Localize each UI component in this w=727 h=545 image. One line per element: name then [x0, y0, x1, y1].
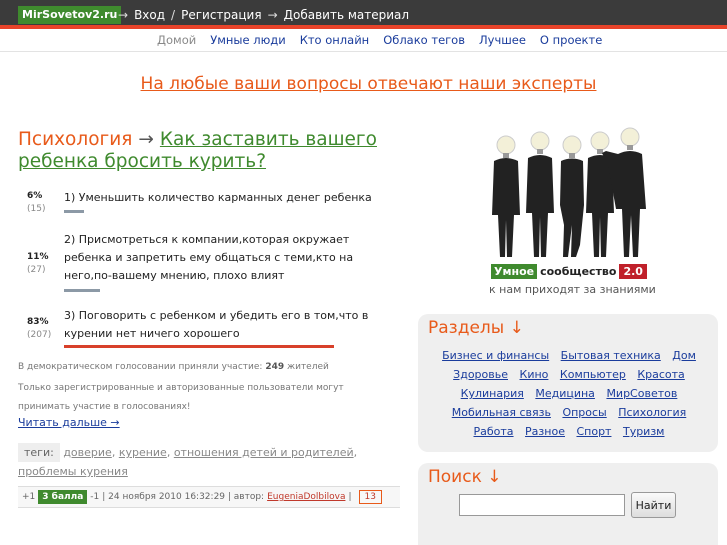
lightbulb-people-illustration — [492, 127, 646, 257]
badge-version: 2.0 — [619, 264, 647, 279]
poll-option: 6% (15) 1) Уменьшить количество карманны… — [18, 189, 398, 219]
poll-option: 83% (207) 3) Поговорить с ребенком и убе… — [18, 307, 398, 351]
add-material-link[interactable]: Добавить материал — [284, 8, 409, 22]
section-link[interactable]: Кино — [520, 368, 549, 381]
arrow-icon: → — [138, 129, 154, 150]
separator: | — [348, 492, 352, 502]
badge-community: сообщество — [540, 265, 617, 278]
post-date: | 24 ноября 2010 16:32:29 | автор: — [102, 492, 265, 502]
section-link[interactable]: Туризм — [623, 425, 665, 438]
tag-link[interactable]: проблемы курения — [18, 465, 128, 478]
poll-count: (207) — [27, 330, 52, 340]
nav-best[interactable]: Лучшее — [479, 33, 526, 49]
tags-label: теги: — [18, 443, 60, 462]
poll-percent: 83% — [27, 317, 49, 327]
person-figure — [492, 127, 646, 257]
poll-option-text[interactable]: 2) Присмотреться к компании,которая окру… — [64, 231, 394, 285]
read-more-link[interactable]: Читать дальше → — [18, 416, 120, 429]
tag-link[interactable]: курение — [119, 446, 167, 459]
search-title[interactable]: Поиск ↓ — [418, 463, 718, 487]
section-link[interactable]: Работа — [474, 425, 514, 438]
section-link[interactable]: Мобильная связь — [452, 406, 551, 419]
participants-count: 249 — [265, 362, 285, 372]
experts-banner-link[interactable]: На любые ваши вопросы отвечают наши эксп… — [141, 74, 597, 94]
comments-count[interactable]: 13 — [358, 490, 382, 504]
section-link[interactable]: Разное — [525, 425, 565, 438]
poll-bar — [64, 210, 84, 213]
participants-suffix: жителей — [286, 362, 329, 372]
section-link[interactable]: Бытовая техника — [561, 349, 661, 362]
login-link[interactable]: Вход — [134, 8, 165, 22]
poll-restriction: Только зарегистрированные и авторизованн… — [18, 383, 344, 412]
arrow-icon: → — [267, 7, 278, 22]
top-bar: MirSovetov2.ru → Вход / Регистрация → До… — [0, 0, 727, 29]
section-link[interactable]: Красота — [637, 368, 684, 381]
tags-list: теги: доверие, курение, отношения детей … — [18, 443, 398, 481]
search-input[interactable] — [459, 494, 625, 516]
section-link[interactable]: Психология — [618, 406, 686, 419]
section-link[interactable]: Бизнес и финансы — [442, 349, 549, 362]
nav-home: Домой — [157, 33, 197, 47]
badge-smart: Умное — [491, 264, 538, 279]
poll-option: 11% (27) 2) Присмотреться к компании,кот… — [18, 231, 398, 296]
sections-list: Бизнес и финансы Бытовая техника Дом Здо… — [427, 346, 711, 441]
section-link[interactable]: МирСоветов — [606, 387, 677, 400]
divider — [0, 51, 727, 52]
poll-participants: В демократическом голосовании приняли уч… — [18, 361, 398, 373]
section-link[interactable]: Опросы — [562, 406, 606, 419]
secondary-nav: Домой Умные люди Кто онлайн Облако тегов… — [157, 33, 602, 49]
section-link[interactable]: Дом — [672, 349, 696, 362]
top-nav: → Вход / Регистрация → Добавить материал — [118, 0, 409, 29]
section-link[interactable]: Компьютер — [560, 368, 626, 381]
community-badge: Умное сообщество 2.0 — [491, 264, 647, 279]
poll-percent: 6% — [27, 191, 43, 201]
experts-banner: На любые ваши вопросы отвечают наши эксп… — [0, 74, 727, 94]
poll-bar-winner — [64, 345, 334, 348]
vote-plus-button[interactable]: +1 — [22, 492, 35, 502]
vote-minus-button[interactable]: -1 — [90, 492, 99, 502]
section-link[interactable]: Здоровье — [453, 368, 508, 381]
nav-smart-people[interactable]: Умные люди — [210, 33, 285, 49]
poll-option-text[interactable]: 1) Уменьшить количество карманных денег … — [64, 189, 394, 207]
article-headline: Психология → Как заставить вашего ребенка … — [18, 129, 388, 173]
poll-bar — [64, 289, 100, 292]
separator: / — [171, 7, 176, 22]
site-logo[interactable]: MirSovetov2.ru — [18, 6, 122, 24]
poll-option-text[interactable]: 3) Поговорить с ребенком и убедить его в… — [64, 307, 394, 343]
nav-about[interactable]: О проекте — [540, 33, 602, 49]
tag-link[interactable]: отношения детей и родителей — [174, 446, 354, 459]
poll-count: (27) — [27, 265, 46, 275]
community-tagline: к нам приходят за знаниями — [489, 283, 656, 296]
sections-title[interactable]: Разделы ↓ — [418, 314, 718, 338]
nav-tag-cloud[interactable]: Облако тегов — [383, 33, 465, 49]
section-link[interactable]: Медицина — [535, 387, 595, 400]
register-link[interactable]: Регистрация — [181, 8, 261, 22]
nav-who-online[interactable]: Кто онлайн — [300, 33, 370, 49]
score-badge: 3 балла — [38, 490, 88, 504]
poll-count: (15) — [27, 204, 46, 214]
article-category: Психология — [18, 129, 133, 150]
poll-percent: 11% — [27, 252, 49, 262]
author-link[interactable]: EugeniaDolbilova — [267, 492, 345, 502]
search-button[interactable]: Найти — [631, 492, 676, 518]
article-meta: +1 3 балла -1 | 24 ноября 2010 16:32:29 … — [18, 486, 400, 508]
arrow-icon: → — [118, 7, 129, 22]
section-link[interactable]: Кулинария — [461, 387, 524, 400]
participants-prefix: В демократическом голосовании приняли уч… — [18, 362, 263, 372]
section-link[interactable]: Спорт — [576, 425, 611, 438]
tag-link[interactable]: доверие — [63, 446, 112, 459]
